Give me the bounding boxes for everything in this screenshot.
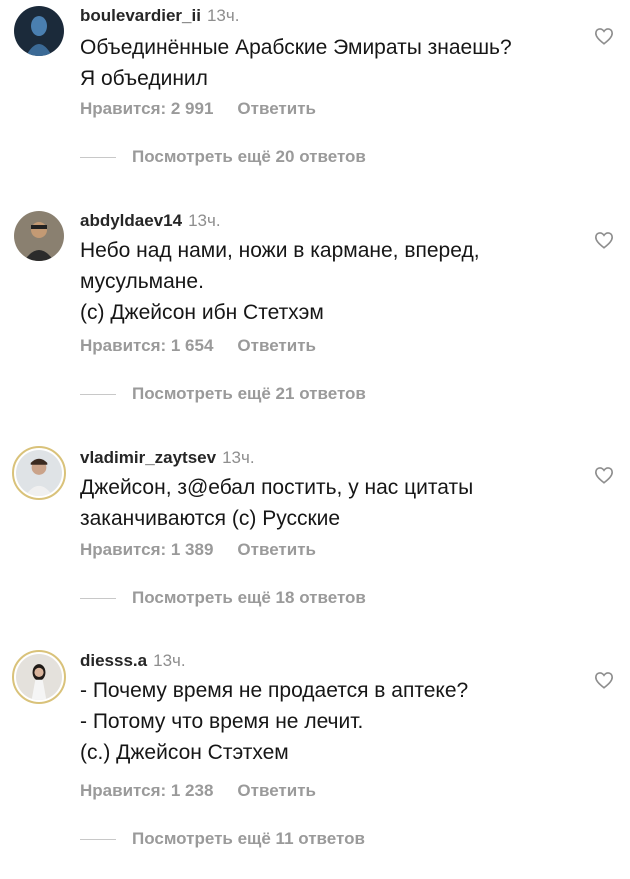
- comment-line: Небо над нами, ножи в кармане, вперед,: [80, 239, 480, 262]
- comment-line: - Потому что время не лечит.: [80, 710, 364, 733]
- heart-icon[interactable]: [594, 27, 614, 45]
- comment-line: (с) Джейсон ибн Стетхэм: [80, 301, 324, 324]
- avatar-image: [16, 654, 62, 700]
- divider-line: [80, 156, 116, 158]
- view-replies-label: Посмотреть ещё 18 ответов: [132, 588, 366, 607]
- divider-line: [80, 393, 116, 395]
- timestamp: 13ч.: [206, 6, 240, 25]
- comment-meta: diesss.a 13ч.: [80, 651, 186, 671]
- likes-count[interactable]: Нравится: 1 389: [80, 540, 213, 559]
- username[interactable]: boulevardier_ii: [80, 6, 201, 25]
- reply-button[interactable]: Ответить: [237, 781, 316, 800]
- username[interactable]: abdyldaev14: [80, 211, 182, 230]
- comment-text: Объединённые Арабские Эмираты знаешь? Я …: [80, 32, 560, 94]
- heart-icon[interactable]: [594, 466, 614, 484]
- avatar-image: [14, 211, 64, 261]
- view-replies-label: Посмотреть ещё 11 ответов: [132, 829, 365, 848]
- view-replies-button[interactable]: Посмотреть ещё 11 ответов: [80, 829, 365, 849]
- likes-count[interactable]: Нравится: 2 991: [80, 99, 213, 118]
- comment-line: Джейсон, з@ебал постить, у нас цитаты: [80, 476, 474, 499]
- avatar[interactable]: [14, 6, 64, 56]
- heart-icon[interactable]: [594, 231, 614, 249]
- comment-text: - Почему время не продается в аптеке? - …: [80, 675, 560, 768]
- likes-count[interactable]: Нравится: 1 654: [80, 336, 213, 355]
- avatar[interactable]: [12, 446, 66, 500]
- comment-line: заканчиваются (с) Русские: [80, 507, 341, 530]
- comment-actions: Нравится: 2 991 Ответить: [80, 99, 316, 119]
- view-replies-label: Посмотреть ещё 20 ответов: [132, 147, 366, 166]
- comment-meta: abdyldaev14 13ч.: [80, 211, 221, 231]
- divider-line: [80, 838, 116, 840]
- view-replies-button[interactable]: Посмотреть ещё 18 ответов: [80, 588, 366, 608]
- comment-actions: Нравится: 1 238 Ответить: [80, 781, 316, 801]
- view-replies-button[interactable]: Посмотреть ещё 21 ответов: [80, 384, 366, 404]
- comment-text: Небо над нами, ножи в кармане, вперед, м…: [80, 235, 560, 328]
- comment-line: (с.) Джейсон Стэтхем: [80, 741, 289, 764]
- reply-button[interactable]: Ответить: [237, 540, 316, 559]
- view-replies-label: Посмотреть ещё 21 ответов: [132, 384, 366, 403]
- view-replies-button[interactable]: Посмотреть ещё 20 ответов: [80, 147, 366, 167]
- comment-actions: Нравится: 1 654 Ответить: [80, 336, 316, 356]
- username[interactable]: diesss.a: [80, 651, 147, 670]
- comment-meta: vladimir_zaytsev 13ч.: [80, 448, 255, 468]
- timestamp: 13ч.: [153, 651, 186, 670]
- timestamp: 13ч.: [188, 211, 221, 230]
- comments-list: boulevardier_ii 13ч. Объединённые Арабски…: [0, 0, 630, 879]
- avatar[interactable]: [12, 650, 66, 704]
- comment-line: Объединённые Арабские Эмираты знаешь?: [80, 36, 512, 59]
- avatar-image: [14, 6, 64, 56]
- comment-actions: Нравится: 1 389 Ответить: [80, 540, 316, 560]
- reply-button[interactable]: Ответить: [237, 336, 316, 355]
- divider-line: [80, 597, 116, 599]
- comment-line: Я объединил: [80, 67, 208, 90]
- comment-meta: boulevardier_ii 13ч.: [80, 6, 239, 26]
- reply-button[interactable]: Ответить: [237, 99, 316, 118]
- avatar[interactable]: [14, 211, 64, 261]
- avatar-image: [16, 450, 62, 496]
- timestamp: 13ч.: [222, 448, 255, 467]
- comment-line: мусульмане.: [80, 270, 204, 293]
- likes-count[interactable]: Нравится: 1 238: [80, 781, 213, 800]
- username[interactable]: vladimir_zaytsev: [80, 448, 216, 467]
- heart-icon[interactable]: [594, 671, 614, 689]
- comment-line: - Почему время не продается в аптеке?: [80, 679, 469, 702]
- comment-text: Джейсон, з@ебал постить, у нас цитаты за…: [80, 472, 560, 534]
